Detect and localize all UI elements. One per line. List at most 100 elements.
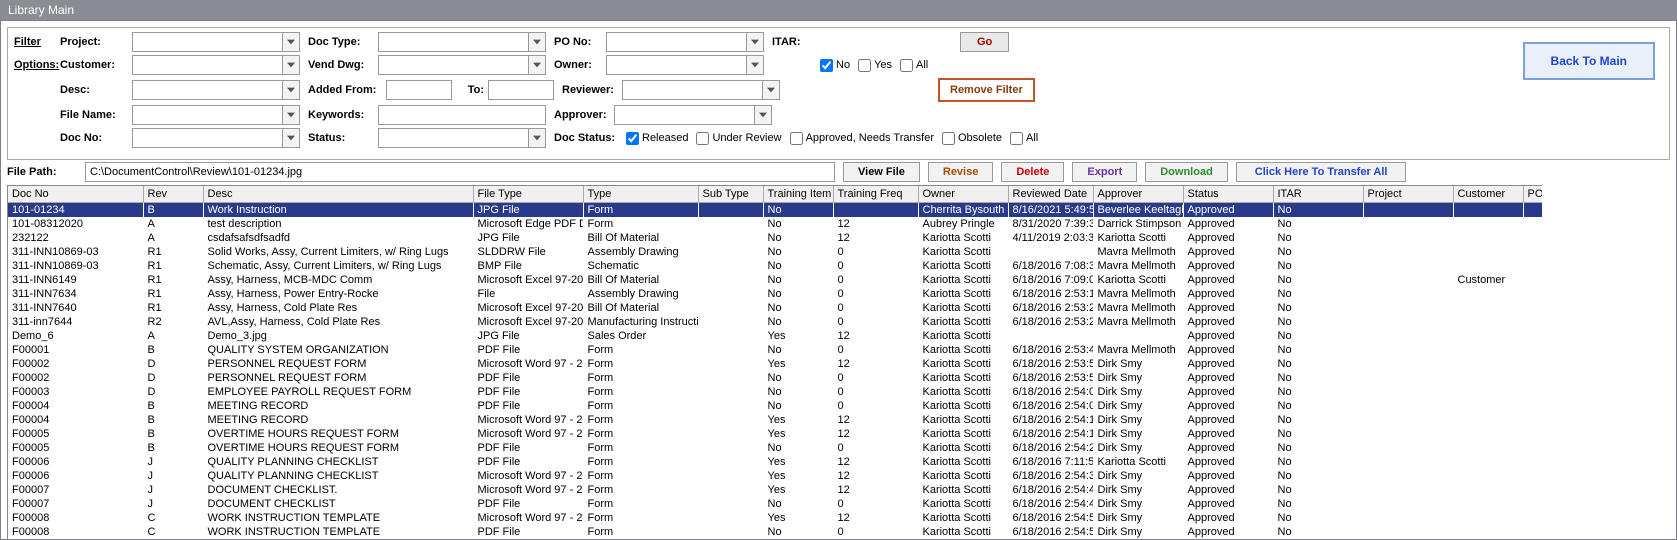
table-cell[interactable]: Schematic, Assy, Current Limiters, w/ Ri… bbox=[203, 259, 473, 273]
table-cell[interactable]: Mavra Mellmoth bbox=[1093, 287, 1183, 301]
chevron-down-icon[interactable] bbox=[746, 55, 764, 75]
table-cell[interactable]: F00002 bbox=[8, 357, 143, 371]
table-cell[interactable]: 6/18/2016 2:54:17 bbox=[1008, 427, 1093, 441]
table-cell[interactable]: Bill Of Material bbox=[583, 301, 698, 315]
table-cell[interactable]: A bbox=[143, 231, 203, 245]
table-cell[interactable] bbox=[1363, 413, 1453, 427]
table-cell[interactable]: Kariotta Scotti bbox=[918, 469, 1008, 483]
table-cell[interactable] bbox=[1363, 343, 1453, 357]
status-input[interactable] bbox=[378, 128, 528, 148]
table-cell[interactable] bbox=[1363, 511, 1453, 525]
table-cell[interactable]: PDF File bbox=[473, 455, 583, 469]
table-cell[interactable]: Kariotta Scotti bbox=[918, 287, 1008, 301]
table-cell[interactable] bbox=[1523, 385, 1542, 399]
table-cell[interactable]: 8/31/2020 7:39:36 bbox=[1008, 217, 1093, 231]
table-cell[interactable]: R1 bbox=[143, 259, 203, 273]
chevron-down-icon[interactable] bbox=[282, 105, 300, 125]
table-cell[interactable]: 6/18/2016 2:53:51 bbox=[1008, 357, 1093, 371]
column-header[interactable]: Status bbox=[1183, 186, 1273, 202]
table-cell[interactable]: Kariotta Scotti bbox=[918, 385, 1008, 399]
table-cell[interactable]: 6/18/2016 7:09:03 bbox=[1008, 273, 1093, 287]
table-cell[interactable]: No bbox=[1273, 441, 1363, 455]
table-cell[interactable] bbox=[1453, 427, 1523, 441]
table-cell[interactable] bbox=[1363, 329, 1453, 343]
column-header[interactable]: Training Freq bbox=[833, 186, 918, 202]
table-cell[interactable]: Mavra Mellmoth bbox=[1093, 301, 1183, 315]
chevron-down-icon[interactable] bbox=[746, 32, 764, 52]
added-to-input[interactable] bbox=[488, 80, 554, 100]
chevron-down-icon[interactable] bbox=[282, 128, 300, 148]
table-cell[interactable]: No bbox=[1273, 385, 1363, 399]
table-row[interactable]: Demo_6ADemo_3.jpgJPG FileSales OrderYes1… bbox=[8, 329, 1542, 343]
table-cell[interactable]: Form bbox=[583, 525, 698, 539]
table-cell[interactable] bbox=[1523, 301, 1542, 315]
table-cell[interactable]: F00001 bbox=[8, 343, 143, 357]
table-cell[interactable]: PDF File bbox=[473, 343, 583, 357]
table-cell[interactable] bbox=[1453, 231, 1523, 245]
table-cell[interactable]: 6/18/2016 2:53:57 bbox=[1008, 371, 1093, 385]
table-cell[interactable]: No bbox=[1273, 231, 1363, 245]
table-cell[interactable]: B bbox=[143, 427, 203, 441]
table-cell[interactable]: No bbox=[1273, 371, 1363, 385]
table-cell[interactable]: Form bbox=[583, 217, 698, 231]
table-cell[interactable] bbox=[1363, 399, 1453, 413]
delete-button[interactable]: Delete bbox=[1001, 162, 1064, 182]
table-cell[interactable]: 12 bbox=[833, 357, 918, 371]
table-cell[interactable]: Microsoft Word 97 - 200 bbox=[473, 469, 583, 483]
table-row[interactable]: F00002DPERSONNEL REQUEST FORMPDF FileFor… bbox=[8, 371, 1542, 385]
table-cell[interactable]: Kariotta Scotti bbox=[918, 511, 1008, 525]
table-cell[interactable] bbox=[698, 231, 763, 245]
table-cell[interactable] bbox=[698, 441, 763, 455]
table-cell[interactable]: Kariotta Scotti bbox=[918, 315, 1008, 329]
table-cell[interactable] bbox=[1453, 329, 1523, 343]
owner-input[interactable] bbox=[606, 55, 746, 75]
table-cell[interactable]: No bbox=[1273, 399, 1363, 413]
table-cell[interactable]: Kariotta Scotti bbox=[918, 301, 1008, 315]
table-cell[interactable]: PDF File bbox=[473, 371, 583, 385]
table-cell[interactable] bbox=[1363, 245, 1453, 259]
table-cell[interactable]: No bbox=[763, 301, 833, 315]
table-cell[interactable] bbox=[1363, 455, 1453, 469]
table-row[interactable]: 101-08312020Atest descriptionMicrosoft E… bbox=[8, 217, 1542, 231]
table-cell[interactable]: 4/11/2019 2:03:39 bbox=[1008, 231, 1093, 245]
approver-combo[interactable] bbox=[614, 105, 772, 125]
table-cell[interactable]: 0 bbox=[833, 497, 918, 511]
table-cell[interactable] bbox=[698, 427, 763, 441]
table-cell[interactable] bbox=[1453, 371, 1523, 385]
table-cell[interactable]: 0 bbox=[833, 441, 918, 455]
table-cell[interactable]: Mavra Mellmoth bbox=[1093, 259, 1183, 273]
table-cell[interactable]: 6/18/2016 2:53:21 bbox=[1008, 301, 1093, 315]
export-button[interactable]: Export bbox=[1072, 162, 1137, 182]
table-cell[interactable]: File bbox=[473, 287, 583, 301]
table-cell[interactable]: Assy, Harness, Power Entry-Rocke bbox=[203, 287, 473, 301]
table-cell[interactable]: 12 bbox=[833, 511, 918, 525]
table-cell[interactable]: PERSONNEL REQUEST FORM bbox=[203, 357, 473, 371]
chevron-down-icon[interactable] bbox=[282, 32, 300, 52]
table-cell[interactable] bbox=[1363, 259, 1453, 273]
table-row[interactable]: F00006JQUALITY PLANNING CHECKLISTMicroso… bbox=[8, 469, 1542, 483]
table-cell[interactable]: 6/18/2016 2:54:48 bbox=[1008, 497, 1093, 511]
table-cell[interactable]: Mavra Mellmoth bbox=[1093, 245, 1183, 259]
table-cell[interactable]: 6/18/2016 2:54:13 bbox=[1008, 413, 1093, 427]
table-cell[interactable] bbox=[1523, 483, 1542, 497]
table-cell[interactable] bbox=[1453, 202, 1523, 217]
table-cell[interactable] bbox=[698, 525, 763, 539]
table-cell[interactable]: Assembly Drawing bbox=[583, 245, 698, 259]
table-cell[interactable] bbox=[698, 469, 763, 483]
table-cell[interactable]: 12 bbox=[833, 455, 918, 469]
table-cell[interactable]: Approved bbox=[1183, 371, 1273, 385]
table-cell[interactable]: Microsoft Word 97 - 200 bbox=[473, 427, 583, 441]
table-cell[interactable]: Form bbox=[583, 343, 698, 357]
table-cell[interactable]: F00007 bbox=[8, 497, 143, 511]
table-cell[interactable]: Kariotta Scotti bbox=[918, 441, 1008, 455]
table-cell[interactable]: F00008 bbox=[8, 511, 143, 525]
project-input[interactable] bbox=[132, 32, 282, 52]
view-file-button[interactable]: View File bbox=[843, 162, 920, 182]
table-cell[interactable]: Form bbox=[583, 385, 698, 399]
table-cell[interactable]: QUALITY PLANNING CHECKLIST bbox=[203, 469, 473, 483]
table-cell[interactable] bbox=[1523, 343, 1542, 357]
table-cell[interactable]: B bbox=[143, 441, 203, 455]
table-cell[interactable]: Kariotta Scotti bbox=[918, 343, 1008, 357]
table-cell[interactable]: PDF File bbox=[473, 441, 583, 455]
doc-no-input[interactable] bbox=[132, 128, 282, 148]
